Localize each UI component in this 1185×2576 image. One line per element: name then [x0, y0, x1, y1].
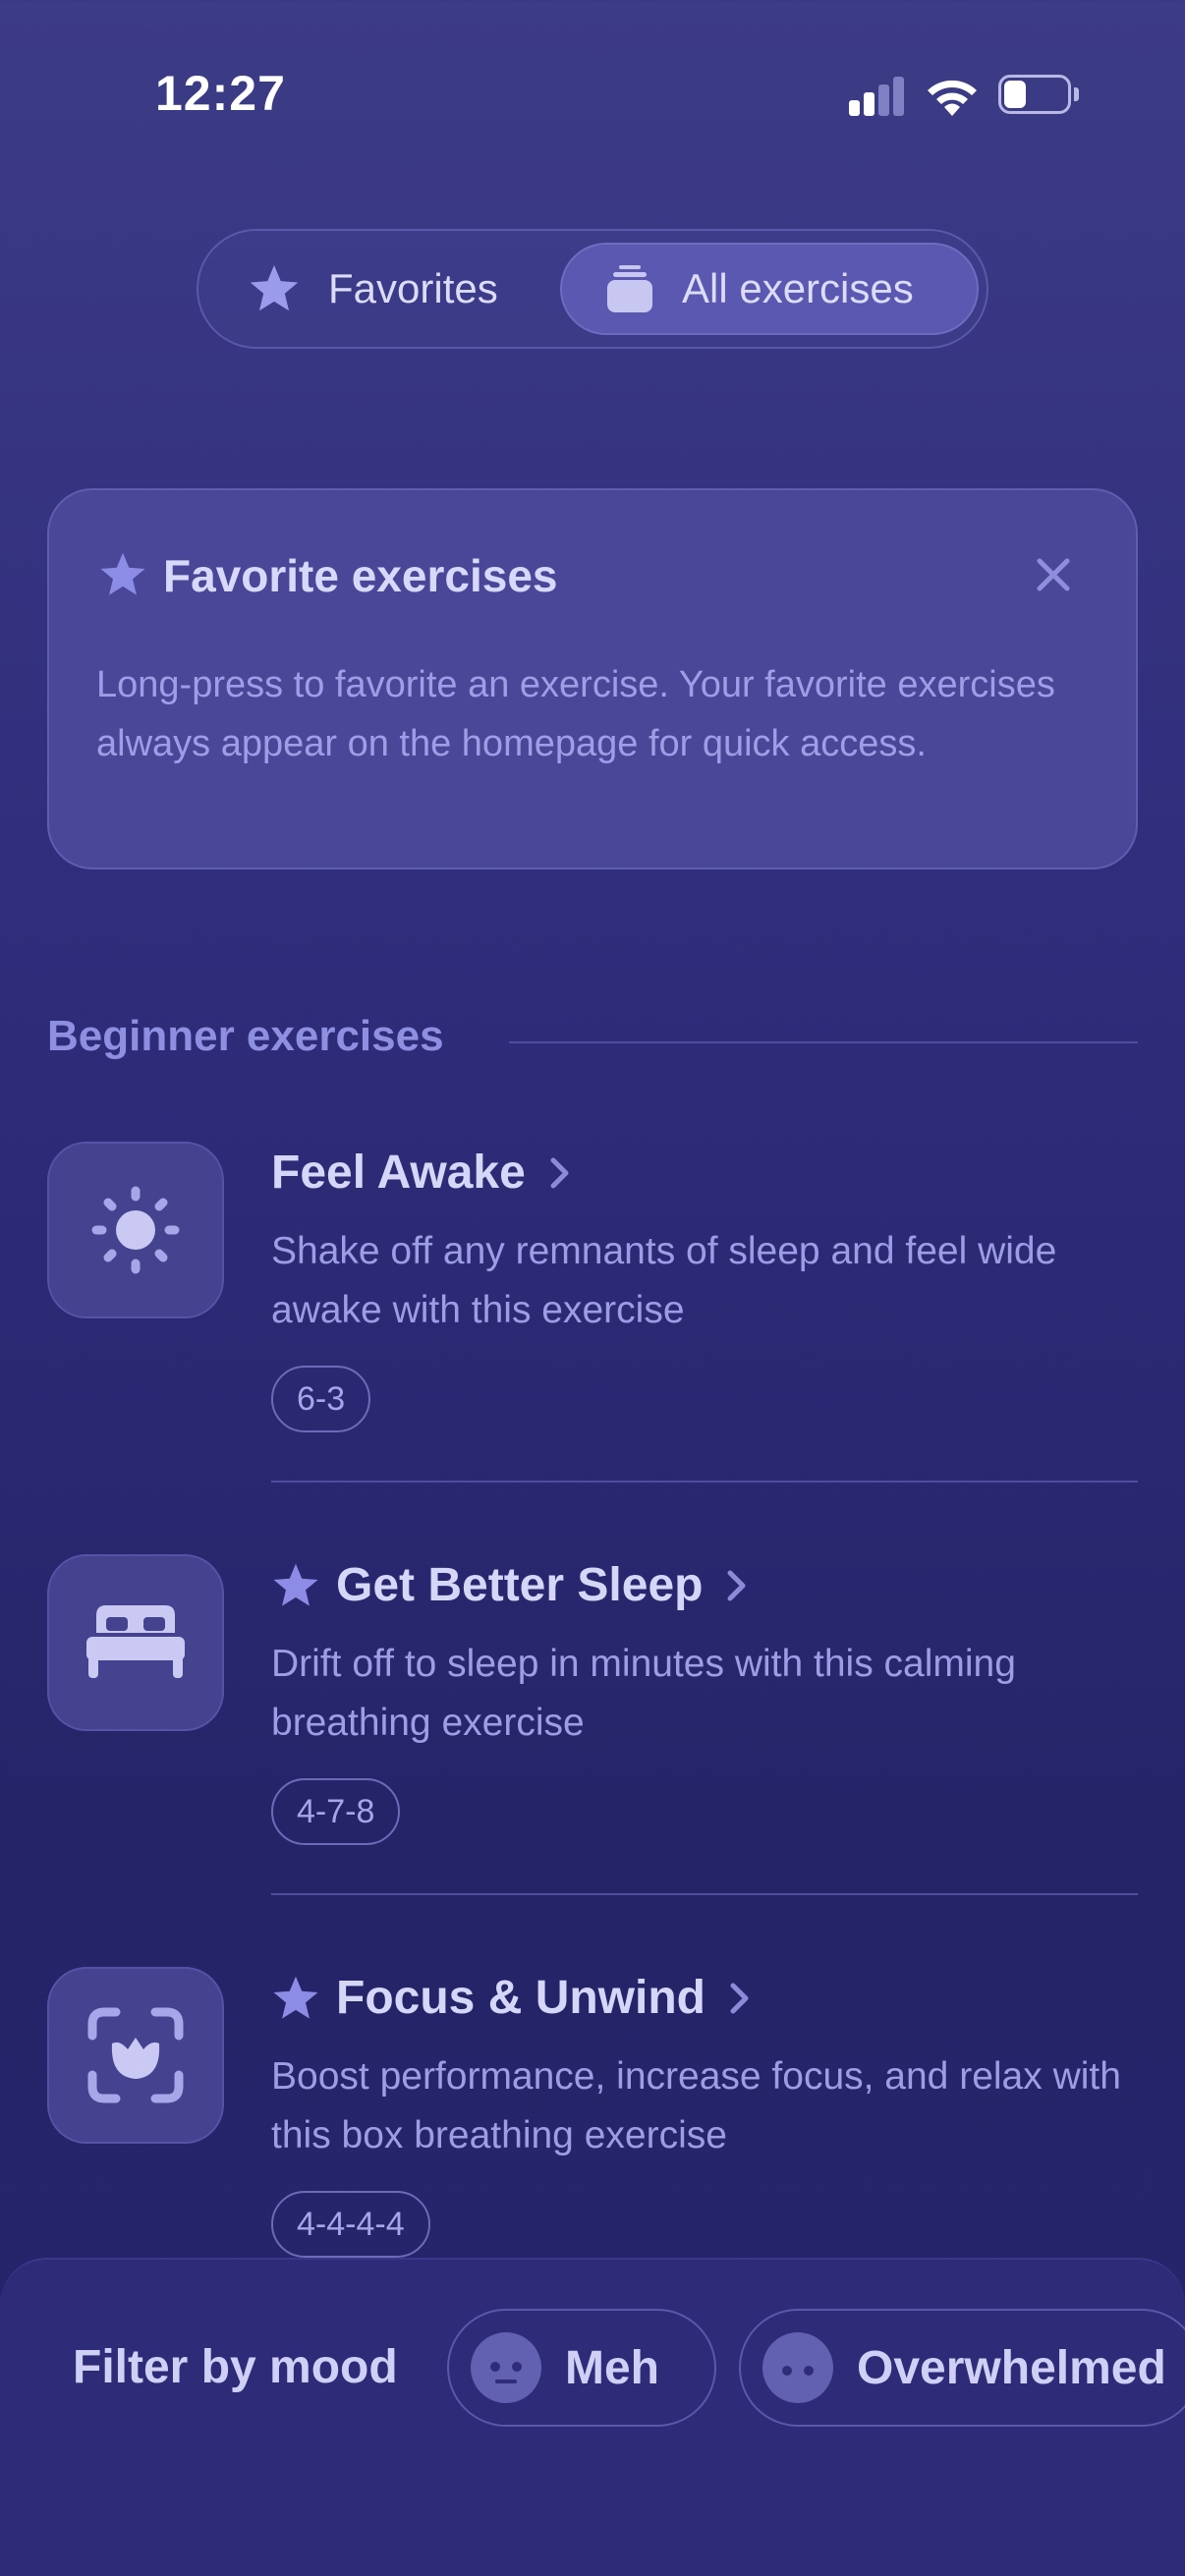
cellular-signal-icon	[849, 77, 906, 116]
mood-chip-label: Meh	[565, 2341, 659, 2394]
exercise-title: Focus & Unwind	[336, 1972, 705, 2024]
exercise-view-toggle: Favorites All exercises	[197, 229, 988, 349]
breathing-pattern-badge: 6-3	[271, 1366, 371, 1432]
favorite-card-title: Favorite exercises	[163, 550, 558, 601]
chevron-right-icon	[730, 1983, 749, 2013]
star-icon	[250, 264, 299, 311]
exercise-description: Drift off to sleep in minutes with this …	[271, 1643, 1016, 1744]
favorite-star-icon	[273, 1563, 318, 1606]
mood-chip-label: Overwhelmed	[857, 2341, 1166, 2394]
chevron-right-icon	[550, 1157, 569, 1188]
chevron-right-icon	[727, 1570, 746, 1600]
meh-face-icon	[471, 2332, 541, 2403]
status-time: 12:27	[155, 66, 286, 121]
wifi-icon	[926, 73, 979, 116]
close-icon[interactable]	[1032, 553, 1075, 596]
filter-label: Filter by mood	[73, 2341, 398, 2393]
favorite-exercises-card: Favorite exercises Long-press to favorit…	[47, 488, 1138, 869]
favorite-star-icon	[273, 1976, 318, 2019]
breathing-pattern-badge: 4-4-4-4	[271, 2191, 430, 2258]
tab-favorites-label: Favorites	[328, 265, 498, 311]
exercise-icon-tile	[47, 1967, 224, 2144]
mood-chip-meh[interactable]: Meh	[447, 2309, 716, 2427]
battery-icon	[998, 75, 1079, 114]
exercise-title-row: Get Better Sleep	[271, 1558, 748, 1612]
exercise-description: Shake off any remnants of sleep and feel…	[271, 1230, 1057, 1331]
mood-chip-overwhelmed[interactable]: Overwhelmed	[739, 2309, 1185, 2427]
exercise-title: Get Better Sleep	[336, 1559, 704, 1611]
favorite-card-description: Long-press to favorite an exercise. Your…	[96, 664, 1055, 764]
breathing-pattern-badge: 4-7-8	[271, 1778, 401, 1845]
section-title: Beginner exercises	[47, 1012, 444, 1060]
exercise-description: Boost performance, increase focus, and r…	[271, 2055, 1121, 2156]
sun-icon	[91, 1186, 180, 1274]
overwhelmed-face-icon	[762, 2332, 833, 2403]
exercise-icon-tile	[47, 1554, 224, 1731]
focus-lotus-icon	[87, 2007, 184, 2103]
exercise-icon-tile	[47, 1142, 224, 1318]
list-divider	[271, 1893, 1138, 1895]
tab-favorites[interactable]: Favorites	[248, 243, 562, 335]
exercise-title-row: Focus & Unwind	[271, 1971, 751, 2025]
tab-all-exercises[interactable]: All exercises	[560, 243, 979, 335]
section-divider	[509, 1041, 1138, 1043]
list-divider	[271, 1481, 1138, 1483]
stack-icon	[607, 265, 652, 312]
exercise-title: Feel Awake	[271, 1147, 526, 1199]
exercise-title-row: Feel Awake	[271, 1146, 571, 1200]
tab-all-exercises-label: All exercises	[682, 265, 914, 311]
status-bar: 12:27	[0, 0, 1185, 187]
bed-icon	[86, 1605, 185, 1678]
star-icon	[100, 552, 145, 595]
